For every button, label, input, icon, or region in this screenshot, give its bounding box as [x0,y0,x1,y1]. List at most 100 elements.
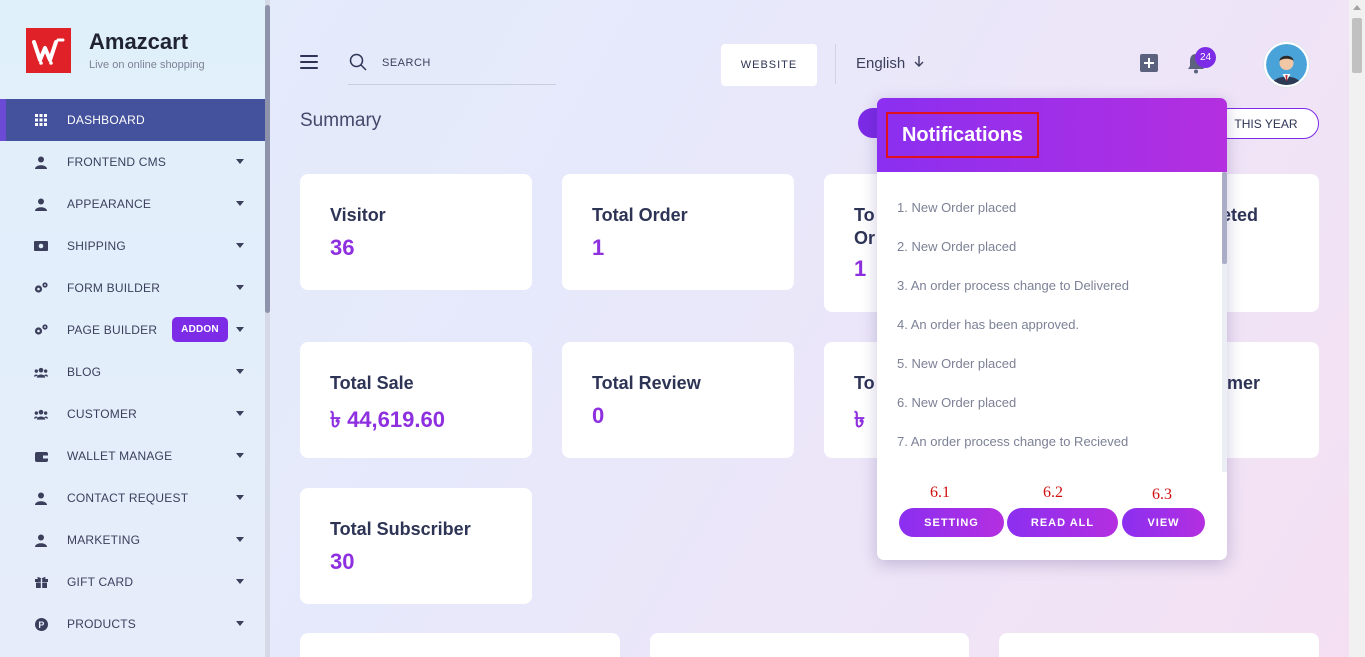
card-value: ৳ [854,407,865,432]
bottom-card-1 [300,633,620,657]
users-icon [34,407,48,421]
addon-badge: ADDON [172,317,228,342]
search-input[interactable] [382,52,552,74]
card-title: Total Subscriber [330,519,471,539]
search-box [348,50,556,85]
card-title: To [854,373,875,393]
sidebar-item-page-builder[interactable]: PAGE BUILDER ADDON [0,309,265,351]
user-icon [34,533,48,547]
chevron-down-icon [236,495,244,500]
notifications-scrollbar-thumb[interactable] [1222,172,1227,264]
user-icon [34,197,48,211]
notification-item[interactable]: 3. An order process change to Delivered [897,278,1217,317]
money-icon [34,239,48,253]
bottom-card-2 [650,633,969,657]
view-button[interactable]: VIEW [1122,508,1205,537]
card-title-line1: To [854,205,875,225]
card-value: 1 [854,256,867,281]
chevron-down-icon [236,411,244,416]
page-scrollbar-thumb[interactable] [1352,18,1362,73]
sidebar-item-contact-request[interactable]: CONTACT REQUEST [0,477,265,519]
sidebar-item-appearance[interactable]: APPEARANCE [0,183,265,225]
sidebar-item-dashboard[interactable]: DASHBOARD [0,99,265,141]
setting-button[interactable]: SETTING [899,508,1004,537]
arrow-down-icon [914,56,924,67]
total-review-card: Total Review 0 [562,342,794,458]
notification-item[interactable]: 6. New Order placed [897,395,1217,434]
sidebar-scrollbar[interactable] [265,0,270,657]
chevron-down-icon [236,159,244,164]
notification-item[interactable]: 1. New Order placed [897,200,1217,239]
svg-text:P: P [38,619,44,629]
card-title-line2: Or [854,228,876,248]
gears-icon [34,323,48,337]
gears-icon [34,281,48,295]
sidebar-item-shipping[interactable]: SHIPPING [0,225,265,267]
sidebar-item-customer[interactable]: CUSTOMER [0,393,265,435]
language-label: English [856,55,906,72]
plus-square-icon[interactable] [1140,54,1158,72]
read-all-button[interactable]: READ ALL [1007,508,1118,537]
card-value: 0 [592,403,605,428]
notification-count-badge: 24 [1195,47,1216,68]
sidebar-item-form-builder[interactable]: FORM BUILDER [0,267,265,309]
page-scrollbar[interactable] [1349,0,1365,657]
users-icon [34,365,48,379]
sidebar-item-marketing[interactable]: MARKETING [0,519,265,561]
visitor-card: Visitor 36 [300,174,532,290]
sidebar-scrollbar-thumb[interactable] [265,5,270,313]
notification-item[interactable]: 5. New Order placed [897,356,1217,395]
brand-name: Amazcart [89,29,189,54]
card-value: 30 [330,549,355,574]
grid-icon [34,113,48,127]
menu-toggle-icon[interactable] [300,55,318,70]
chevron-down-icon [236,579,244,584]
card-value: 36 [330,235,355,260]
sidebar-item-blog[interactable]: BLOG [0,351,265,393]
gift-icon [34,575,48,589]
sidebar-item-label: FORM BUILDER [67,281,161,295]
chevron-down-icon [236,201,244,206]
sidebar-item-label: CUSTOMER [67,407,138,421]
bottom-card-3 [999,633,1319,657]
notifications-header: Notifications [877,98,1227,172]
total-sale-card: Total Sale ৳ 44,619.60 [300,342,532,458]
avatar[interactable] [1264,42,1309,87]
search-icon [349,53,367,71]
annotation-label: 6.3 [1152,486,1172,503]
sidebar-item-frontend-cms[interactable]: FRONTEND CMS [0,141,265,183]
card-title: Total Order [592,205,688,225]
chevron-down-icon [236,369,244,374]
language-selector[interactable]: English [856,55,925,72]
sidebar-item-label: PRODUCTS [67,617,136,631]
website-button[interactable]: WEBSITE [721,44,817,86]
brand-tagline: Live on online shopping [89,59,205,71]
scroll-up-icon[interactable] [1353,5,1361,10]
chevron-down-icon [236,243,244,248]
annotation-label: 6.2 [1043,484,1063,501]
sidebar-nav: DASHBOARD FRONTEND CMS APPEARANCE SHIPPI… [0,99,265,645]
notifications-title: Notifications [886,112,1039,158]
sidebar-item-label: GIFT CARD [67,575,134,589]
notification-item[interactable]: 7. An order process change to Recieved [897,434,1217,473]
sidebar-item-label: BLOG [67,365,102,379]
sidebar-item-label: PAGE BUILDER [67,323,158,337]
sidebar-item-gift-card[interactable]: GIFT CARD [0,561,265,603]
header-divider [835,44,836,84]
sidebar-item-wallet-manage[interactable]: WALLET MANAGE [0,435,265,477]
notification-item[interactable]: 4. An order has been approved. [897,317,1217,356]
total-order-card: Total Order 1 [562,174,794,290]
this-year-button[interactable]: THIS YEAR [1213,108,1319,139]
chevron-down-icon [236,327,244,332]
card-title: Visitor [330,205,386,225]
chevron-down-icon [236,453,244,458]
notification-item[interactable]: 2. New Order placed [897,239,1217,278]
notifications-scrollbar[interactable] [1222,172,1227,472]
card-title: Total Review [592,373,701,393]
sidebar-item-label: SHIPPING [67,239,126,253]
card-title: Total Sale [330,373,414,393]
chevron-down-icon [236,621,244,626]
card-value: 1 [592,235,605,260]
sidebar-item-products[interactable]: P PRODUCTS [0,603,265,645]
card-value: ৳ 44,619.60 [330,407,445,432]
